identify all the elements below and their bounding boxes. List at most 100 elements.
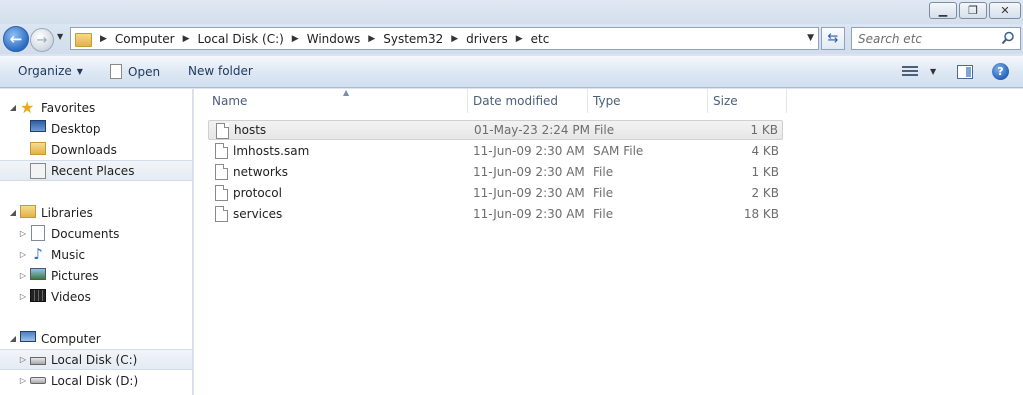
chevron-right-icon[interactable]: ▶ — [183, 34, 190, 44]
column-header-name[interactable]: ▲ Name — [206, 88, 468, 113]
computer-icon — [20, 331, 36, 342]
chevron-right-icon[interactable]: ▶ — [516, 34, 523, 44]
file-name: hosts — [234, 123, 267, 137]
sidebar-item-documents[interactable]: ▷ Documents — [0, 223, 192, 244]
expand-icon[interactable]: ▷ — [18, 355, 28, 364]
breadcrumb-windows[interactable]: Windows — [307, 32, 361, 46]
preview-pane-button[interactable] — [957, 65, 973, 79]
search-box[interactable] — [851, 27, 1021, 50]
help-icon: ? — [997, 65, 1004, 78]
change-view-button[interactable]: ▼ — [902, 65, 936, 78]
help-button[interactable]: ? — [992, 63, 1009, 80]
sidebar-item-local-disk-c[interactable]: ▷ Local Disk (C:) — [0, 349, 192, 370]
details-view-icon — [902, 65, 918, 78]
search-icon[interactable] — [1001, 31, 1015, 45]
sidebar-item-libraries[interactable]: ◢ Libraries — [0, 202, 192, 223]
refresh-icon: ⇆ — [827, 31, 839, 46]
column-header-size[interactable]: Size — [708, 89, 787, 113]
file-name: networks — [233, 165, 288, 179]
disk-d-icon — [30, 377, 46, 384]
chevron-down-icon: ▼ — [76, 66, 83, 76]
new-folder-label: New folder — [188, 64, 253, 78]
music-icon: ♪ — [33, 245, 43, 263]
file-type: File — [593, 165, 614, 179]
chevron-right-icon[interactable]: ▶ — [451, 34, 458, 44]
sidebar-item-music[interactable]: ▷ ♪ Music — [0, 244, 192, 265]
recent-places-icon — [30, 163, 46, 179]
sidebar-item-computer[interactable]: ◢ Computer — [0, 328, 192, 349]
recent-pages-dropdown[interactable]: ▼ — [57, 32, 63, 41]
sidebar-item-downloads[interactable]: Downloads — [0, 139, 192, 160]
column-header-type[interactable]: Type — [588, 89, 708, 113]
sidebar-item-pictures[interactable]: ▷ Pictures — [0, 265, 192, 286]
new-folder-button[interactable]: New folder — [188, 64, 253, 78]
minimize-button[interactable]: ▁ — [929, 2, 957, 19]
file-row-hosts[interactable]: hosts 01-May-23 2:24 PM File 1 KB — [208, 120, 783, 140]
file-name: protocol — [233, 186, 282, 200]
maximize-button[interactable]: ❐ — [959, 2, 987, 19]
back-button[interactable]: ← — [3, 26, 29, 52]
expand-icon[interactable]: ▷ — [18, 229, 28, 238]
column-header-date[interactable]: Date modified — [468, 89, 588, 113]
file-date: 01-May-23 2:24 PM — [474, 123, 590, 137]
address-bar[interactable]: ▶ Computer ▶ Local Disk (C:) ▶ Windows ▶… — [70, 27, 819, 50]
pictures-icon — [30, 268, 46, 280]
file-icon — [215, 185, 228, 201]
sidebar-item-label: Downloads — [51, 142, 117, 157]
disk-c-icon — [30, 357, 46, 365]
sidebar-item-label: Documents — [51, 226, 120, 241]
file-type: File — [593, 207, 614, 221]
breadcrumb-etc[interactable]: etc — [531, 32, 550, 46]
expand-icon[interactable]: ▷ — [18, 250, 28, 259]
breadcrumb: ▶ Computer ▶ Local Disk (C:) ▶ Windows ▶… — [92, 32, 549, 46]
file-row-protocol[interactable]: protocol 11-Jun-09 2:30 AM File 2 KB — [208, 183, 783, 203]
file-size: 1 KB — [751, 165, 779, 179]
sidebar-item-favorites[interactable]: ◢ ★ Favorites — [0, 97, 192, 118]
file-row-lmhosts[interactable]: lmhosts.sam 11-Jun-09 2:30 AM SAM File 4… — [208, 141, 783, 161]
breadcrumb-local-disk-c[interactable]: Local Disk (C:) — [198, 32, 284, 46]
sidebar-item-label: Local Disk (C:) — [51, 352, 138, 367]
refresh-button[interactable]: ⇆ — [821, 27, 845, 50]
chevron-down-icon[interactable]: ▼ — [930, 67, 936, 76]
organize-button[interactable]: Organize ▼ — [18, 64, 83, 78]
file-icon — [215, 143, 228, 159]
collapse-icon[interactable]: ◢ — [8, 103, 18, 112]
expand-icon[interactable]: ▷ — [18, 376, 28, 385]
sidebar-item-desktop[interactable]: Desktop — [0, 118, 192, 139]
sidebar-item-videos[interactable]: ▷ Videos — [0, 286, 192, 307]
open-button[interactable]: Open — [110, 64, 160, 79]
file-date: 11-Jun-09 2:30 AM — [473, 165, 585, 179]
close-button[interactable]: ✕ — [989, 2, 1021, 19]
chevron-right-icon[interactable]: ▶ — [100, 34, 107, 44]
search-input[interactable] — [858, 31, 998, 46]
collapse-icon[interactable]: ◢ — [8, 334, 18, 343]
chevron-right-icon[interactable]: ▶ — [368, 34, 375, 44]
file-size: 1 KB — [750, 123, 778, 137]
sidebar-item-label: Desktop — [51, 121, 101, 136]
file-name: lmhosts.sam — [233, 144, 310, 158]
breadcrumb-computer[interactable]: Computer — [115, 32, 175, 46]
star-icon: ★ — [20, 97, 35, 117]
breadcrumb-drivers[interactable]: drivers — [466, 32, 508, 46]
file-type: SAM File — [593, 144, 644, 158]
breadcrumb-system32[interactable]: System32 — [383, 32, 443, 46]
expand-icon[interactable]: ▷ — [18, 271, 28, 280]
file-row-networks[interactable]: networks 11-Jun-09 2:30 AM File 1 KB — [208, 162, 783, 182]
sidebar-item-local-disk-d[interactable]: ▷ Local Disk (D:) — [0, 370, 192, 391]
sidebar-item-label: Recent Places — [51, 163, 135, 178]
column-header-label: Type — [593, 94, 621, 108]
forward-button[interactable]: → — [30, 28, 54, 52]
expand-icon[interactable]: ▷ — [18, 292, 28, 301]
address-dropdown-icon[interactable]: ▼ — [807, 33, 814, 43]
file-row-services[interactable]: services 11-Jun-09 2:30 AM File 18 KB — [208, 204, 783, 224]
forward-arrow-icon: → — [36, 32, 48, 48]
command-bar: Organize ▼ Open New folder ▼ ? — [0, 56, 1023, 88]
chevron-right-icon[interactable]: ▶ — [292, 34, 299, 44]
sidebar-item-label: Videos — [51, 289, 91, 304]
desktop-icon — [30, 120, 46, 132]
collapse-icon[interactable]: ◢ — [8, 208, 18, 217]
sidebar-item-recent-places[interactable]: Recent Places — [0, 160, 192, 181]
sort-ascending-icon: ▲ — [343, 88, 350, 97]
videos-icon — [30, 289, 46, 302]
libraries-icon — [20, 205, 36, 218]
